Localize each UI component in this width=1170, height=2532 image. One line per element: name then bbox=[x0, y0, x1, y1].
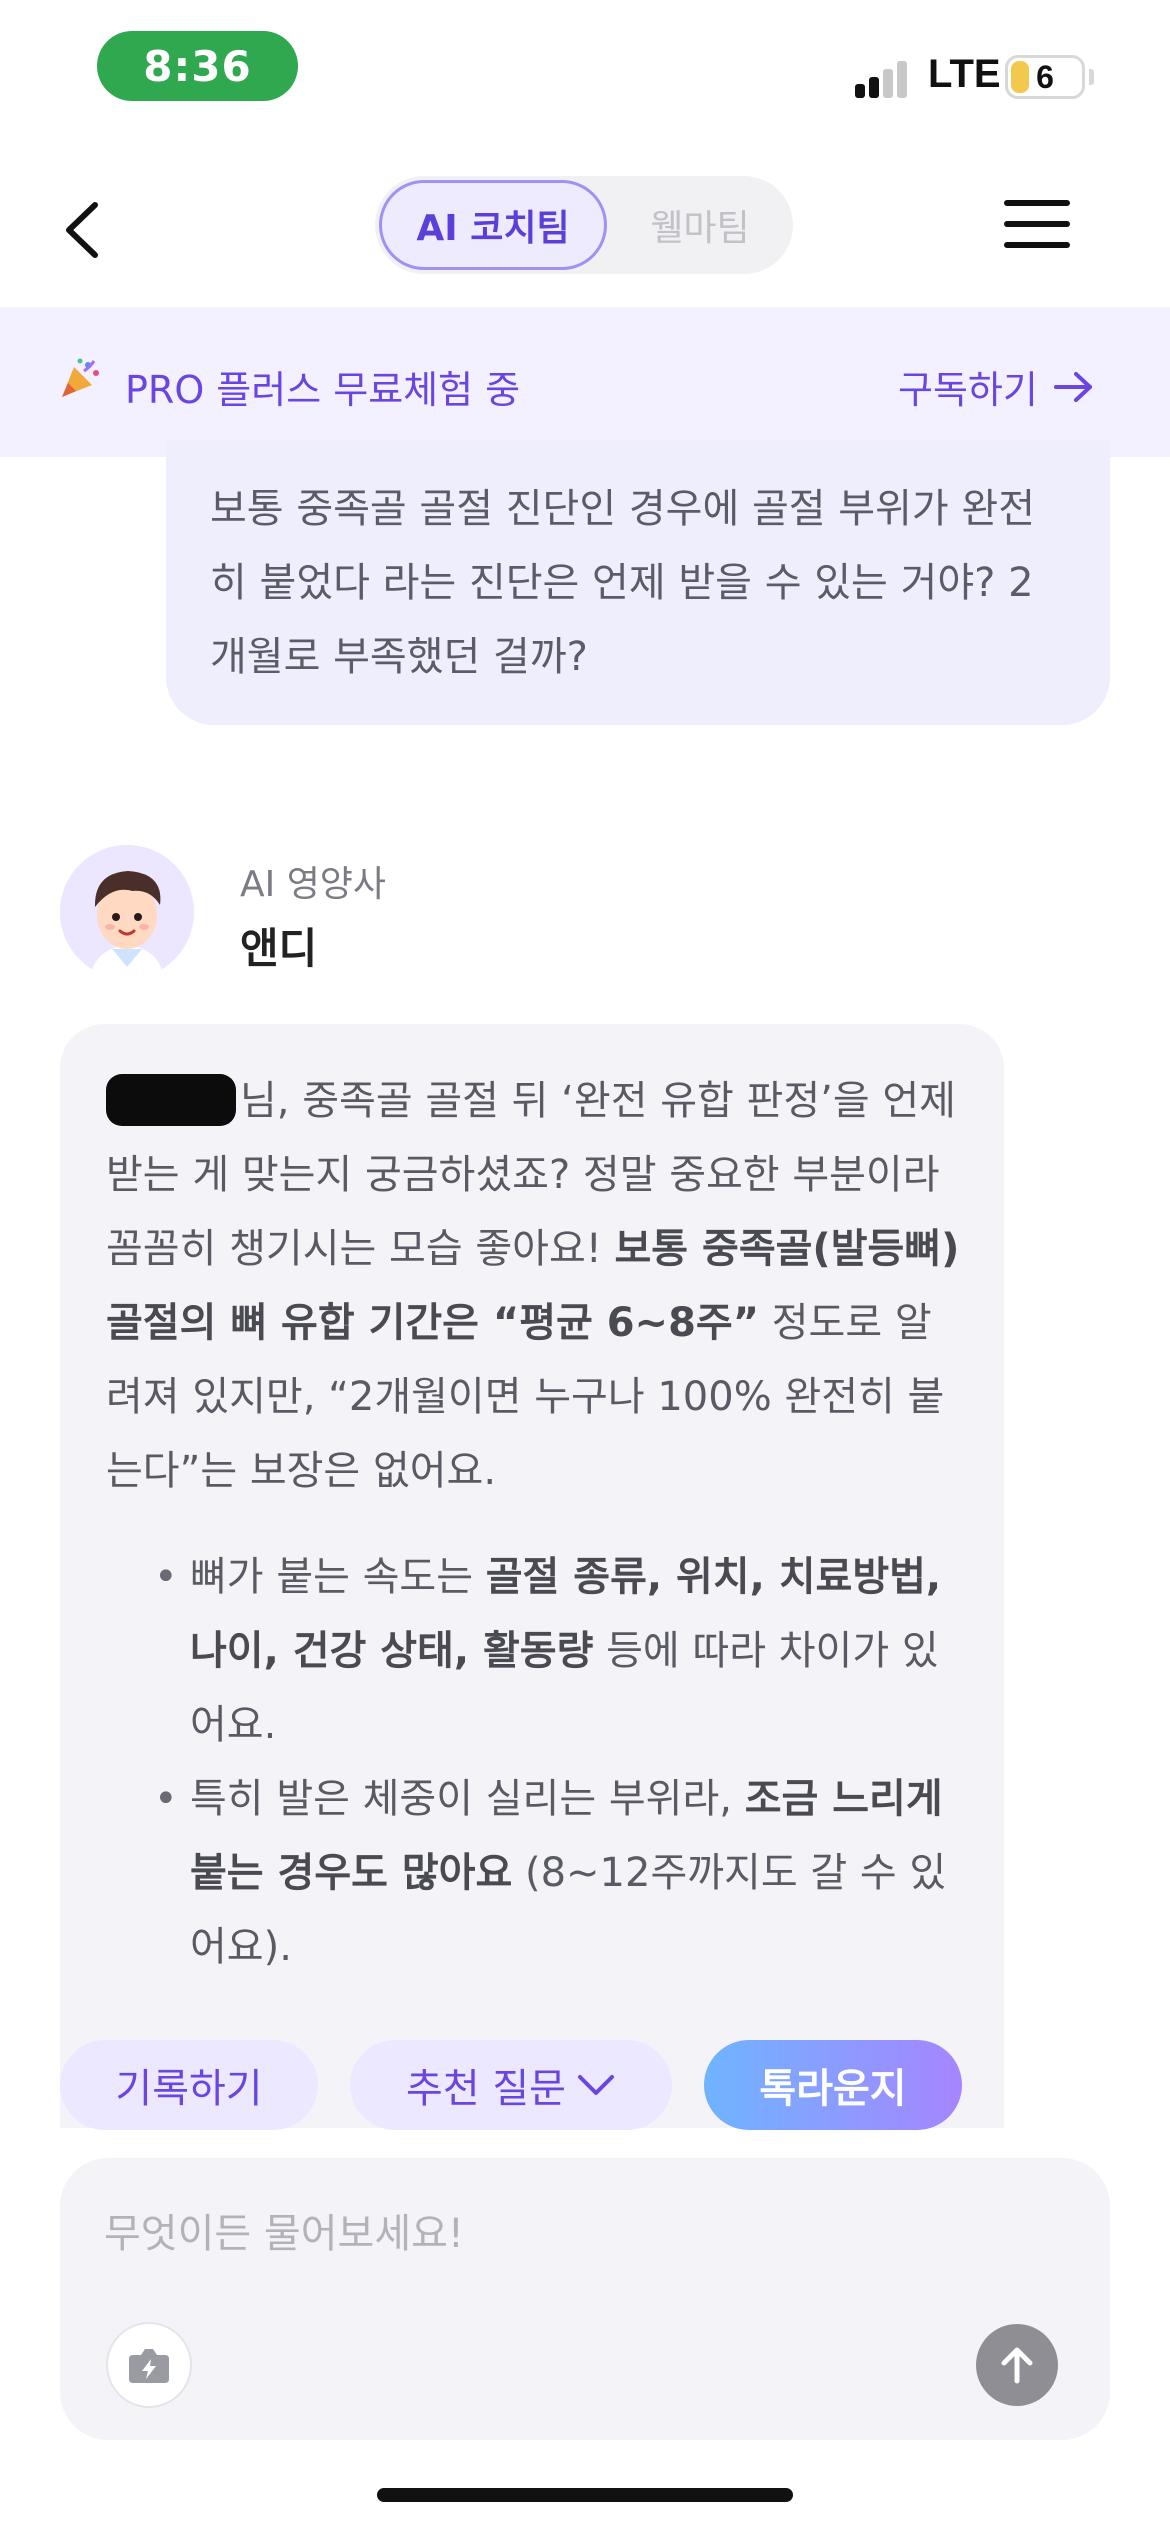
network-type: LTE bbox=[928, 52, 1001, 96]
back-button[interactable] bbox=[55, 195, 115, 265]
status-time: 8:36 bbox=[97, 31, 298, 101]
team-tabs: AI 코치팀 웰마팀 bbox=[375, 176, 793, 274]
assistant-message-bubble: 님, 중족골 골절 뒤 ‘완전 유합 판정’을 언제 받는 게 맞는지 궁금하셨… bbox=[60, 1024, 1004, 2128]
chat-screen: 8:36 LTE 6 AI 코치팀 웰마팀 PRO 플러스 무료체험 중 구독하… bbox=[0, 0, 1170, 2532]
tab-wellma[interactable]: 웰마팀 bbox=[611, 180, 789, 270]
battery-icon: 6 bbox=[1005, 55, 1085, 99]
assistant-name: 앤디 bbox=[240, 924, 318, 973]
message-input[interactable] bbox=[104, 2204, 1004, 2264]
suggested-questions-button[interactable]: 추천 질문 bbox=[350, 2040, 672, 2130]
avatar bbox=[60, 845, 194, 979]
promo-text: PRO 플러스 무료체험 중 bbox=[125, 368, 521, 412]
party-popper-icon bbox=[58, 357, 102, 411]
list-item: 특히 발은 체중이 실리는 부위라, 조금 느리게 붙는 경우도 많아요 (8~… bbox=[154, 1762, 960, 1984]
app-header: AI 코치팀 웰마팀 bbox=[0, 150, 1170, 300]
signal-strength-icon bbox=[855, 58, 915, 98]
camera-button[interactable] bbox=[106, 2322, 192, 2408]
subscribe-label: 구독하기 bbox=[898, 368, 1038, 412]
user-message-text: 보통 중족골 골절 진단인 경우에 골절 부위가 완전히 붙었다 라는 진단은 … bbox=[210, 486, 1036, 680]
status-bar: 8:36 LTE 6 bbox=[0, 0, 1170, 140]
user-message-bubble: 보통 중족골 골절 진단인 경우에 골절 부위가 완전히 붙었다 라는 진단은 … bbox=[166, 440, 1110, 725]
arrow-up-icon bbox=[1001, 2347, 1033, 2384]
redacted-username bbox=[106, 1074, 236, 1126]
record-button[interactable]: 기록하기 bbox=[60, 2040, 318, 2130]
assistant-role: AI 영양사 bbox=[240, 864, 387, 905]
menu-button[interactable] bbox=[1004, 200, 1070, 250]
pro-trial-banner: PRO 플러스 무료체험 중 구독하기 bbox=[0, 307, 1170, 457]
arrow-right-icon bbox=[1053, 371, 1092, 402]
camera-icon bbox=[129, 2349, 169, 2383]
battery-level: 6 bbox=[1036, 58, 1054, 95]
home-indicator[interactable] bbox=[377, 2488, 793, 2502]
talk-lounge-button[interactable]: 톡라운지 bbox=[704, 2040, 962, 2130]
list-item: 뼈가 붙는 속도는 골절 종류, 위치, 치료방법, 나이, 건강 상태, 활동… bbox=[154, 1540, 960, 1762]
bullet-list: 뼈가 붙는 속도는 골절 종류, 위치, 치료방법, 나이, 건강 상태, 활동… bbox=[106, 1540, 960, 1984]
chevron-down-icon bbox=[577, 2075, 614, 2095]
message-composer bbox=[60, 2158, 1110, 2440]
chevron-left-icon bbox=[66, 202, 98, 258]
send-button[interactable] bbox=[976, 2324, 1058, 2406]
subscribe-link[interactable]: 구독하기 bbox=[898, 359, 1096, 414]
tab-ai-coach[interactable]: AI 코치팀 bbox=[379, 180, 607, 270]
assistant-message-paragraph: 님, 중족골 골절 뒤 ‘완전 유합 판정’을 언제 받는 게 맞는지 궁금하셨… bbox=[106, 1064, 960, 1508]
